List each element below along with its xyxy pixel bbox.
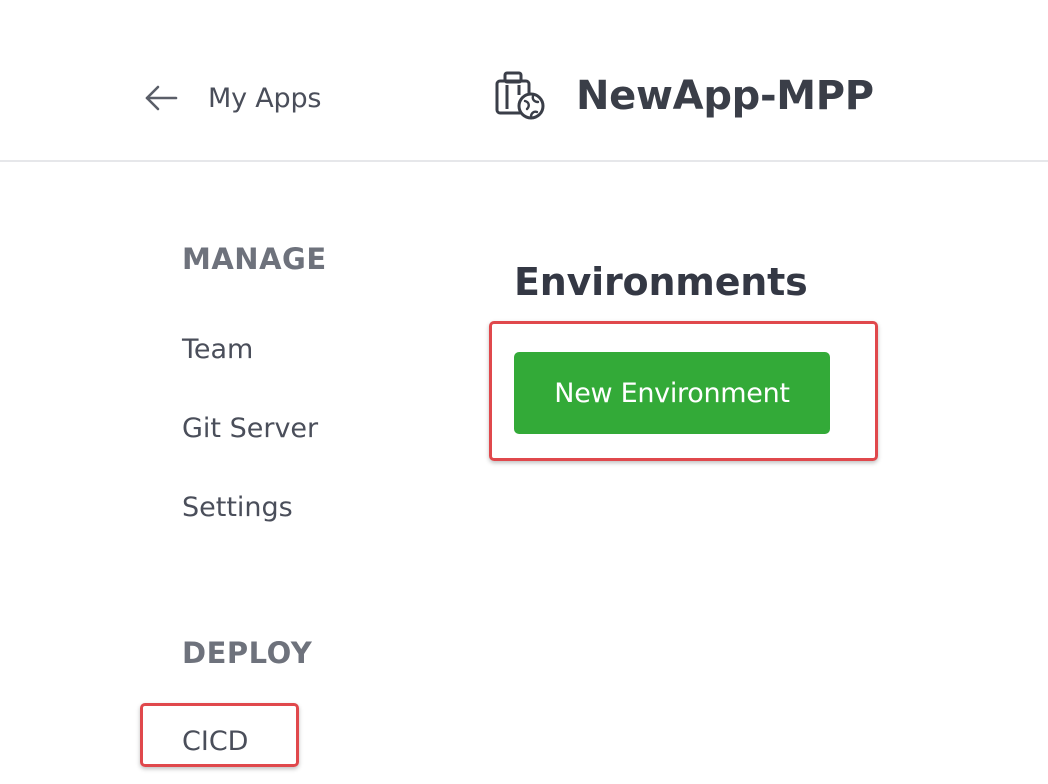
briefcase-globe-icon xyxy=(495,71,545,120)
arrow-left-icon[interactable] xyxy=(144,85,178,111)
app-title-group: NewApp-MPP xyxy=(494,66,874,126)
sidebar-item-git-server[interactable]: Git Server xyxy=(182,413,318,444)
back-to-my-apps-link[interactable]: My Apps xyxy=(144,76,321,120)
new-environment-highlight xyxy=(489,321,878,461)
sidebar-item-settings[interactable]: Settings xyxy=(182,492,293,523)
sidebar-nav: MANAGE Team Git Server Settings DEPLOY C… xyxy=(182,160,442,784)
app-title: NewApp-MPP xyxy=(576,73,874,119)
page-title: Environments xyxy=(514,260,808,304)
app-header: My Apps NewApp-MPP xyxy=(0,0,1048,162)
sidebar-heading-deploy: DEPLOY xyxy=(182,636,313,670)
cicd-highlight xyxy=(140,703,299,767)
sidebar-item-team[interactable]: Team xyxy=(182,334,253,365)
back-link-label[interactable]: My Apps xyxy=(208,83,321,114)
sidebar-heading-manage: MANAGE xyxy=(182,242,327,276)
